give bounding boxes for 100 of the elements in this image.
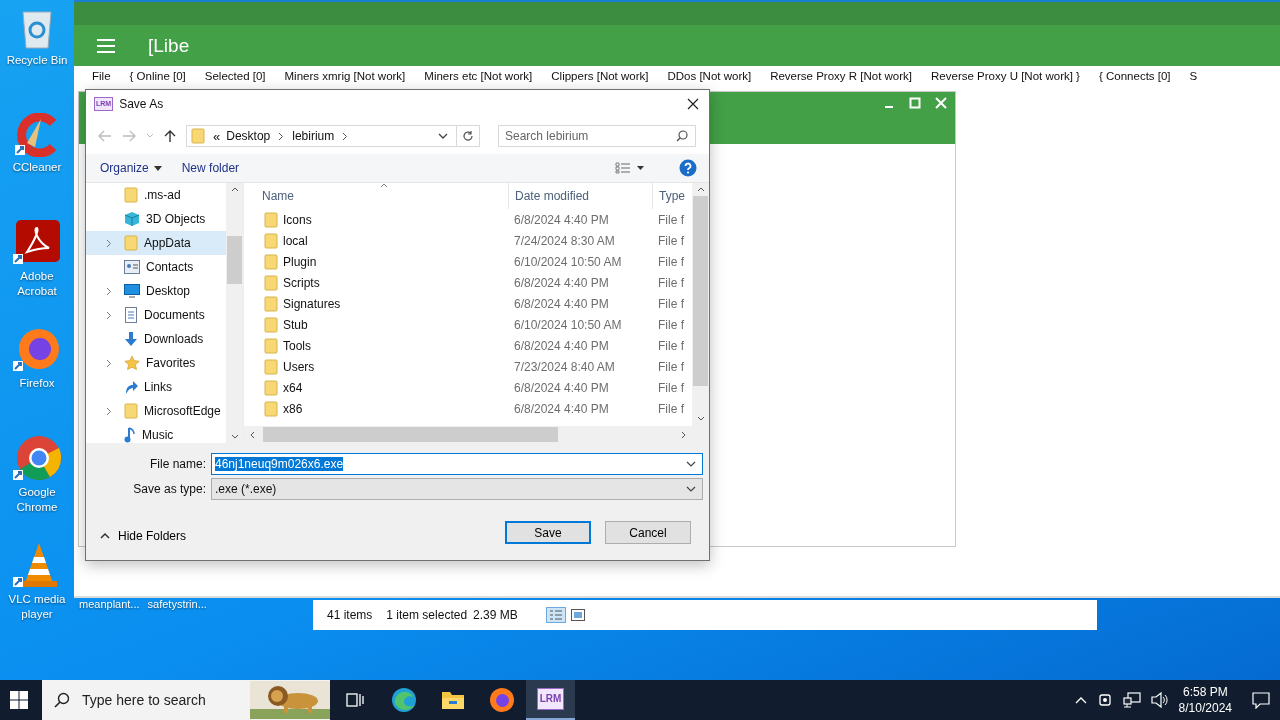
volume-icon[interactable] [1150,692,1169,708]
search-icon[interactable] [676,130,688,142]
menu-item[interactable]: Clippers [Not work] [551,70,649,82]
chevron-right-icon[interactable] [342,131,349,141]
hide-folders-button[interactable]: Hide Folders [94,527,193,544]
column-header[interactable]: Name [244,183,508,209]
scroll-right-icon[interactable] [681,430,686,439]
folder-tree-item[interactable]: AppData [86,231,226,255]
dropdown-caret-icon[interactable] [686,486,696,492]
menu-item[interactable]: DDos [Not work] [667,70,752,82]
up-arrow-icon[interactable] [164,129,176,143]
menu-item[interactable]: Selected [0] [204,70,266,82]
file-name[interactable]: x86 [283,401,303,416]
selection-info: 1 item selected [386,608,468,622]
folder-tree-item[interactable]: Documents [86,303,226,327]
firefox-icon[interactable] [488,687,515,713]
dropdown-caret-icon[interactable] [686,461,696,467]
breadcrumb[interactable]: Desktop [226,129,271,143]
scrollbar-thumb[interactable] [227,236,242,284]
scroll-left-icon[interactable] [250,430,255,439]
file-name[interactable]: local [283,233,308,248]
task-view-icon[interactable] [345,692,364,708]
file-name[interactable]: Stub [283,317,308,332]
path-overflow[interactable]: « [213,128,221,144]
dialog-button[interactable]: Cancel [605,521,691,544]
pdf-app-icon[interactable] [13,220,61,266]
chevron-up-icon[interactable] [1074,696,1087,704]
folder-tree-item[interactable]: .ms-ad [86,183,226,207]
close-icon[interactable] [687,98,699,110]
file-name[interactable]: Plugin [283,254,317,269]
thumbnail-view-icon[interactable] [569,608,586,622]
expand-chevron-icon[interactable] [106,310,112,320]
folder-tree-item[interactable]: 3D Objects [86,207,226,231]
menu-item[interactable]: Miners xmrig [Not work] [284,70,406,82]
folder-tree-item[interactable]: Music [86,423,226,443]
scrollbar-thumb[interactable] [263,427,558,442]
menu-item[interactable]: { Connects [0] [1098,70,1171,82]
expand-chevron-icon[interactable] [106,406,112,416]
organize-button[interactable]: Organize [96,159,166,177]
date-cell-text: 6/8/2024 4:40 PM [513,380,610,395]
field-label: Save as type: [132,482,206,496]
menu-item[interactable]: Reverse Proxy R [Not work] [770,70,913,82]
expand-chevron-icon[interactable] [106,238,112,248]
scrollbar-thumb[interactable] [693,196,708,386]
search-field[interactable]: Search lebirium [498,125,696,147]
notification-icon[interactable] [1252,691,1270,709]
file-name[interactable]: Icons [283,212,312,227]
file-name[interactable]: x64 [283,380,303,395]
chevron-right-icon[interactable] [278,131,285,141]
document-icon [124,307,138,323]
windows-logo-icon[interactable] [10,691,28,709]
taskbar-app[interactable]: LRM [526,680,575,720]
chrome-icon[interactable] [13,434,61,482]
file-name-field[interactable]: 46nj1neuq9m026x6.exe [211,453,703,475]
folder-tree-item[interactable]: Favorites [86,351,226,375]
breadcrumb[interactable]: lebirium [292,129,335,143]
refresh-icon[interactable] [462,130,474,142]
folder-tree-item[interactable]: MicrosoftEdge [86,399,226,423]
file-type-dropdown[interactable]: .exe (*.exe) [211,478,703,500]
file-name[interactable]: Tools [283,338,311,353]
clock-time[interactable]: 6:58 PM [1182,684,1228,700]
folder-icon [264,253,278,270]
folder-tree-item[interactable]: Downloads [86,327,226,351]
help-icon[interactable] [679,159,697,177]
view-options-icon[interactable] [615,162,645,174]
maximize-icon[interactable] [909,97,921,109]
menu-item[interactable]: File [92,70,111,82]
folder-icon [264,232,278,249]
dialog-button[interactable]: Save [505,521,591,544]
folder-tree-item[interactable]: Contacts [86,255,226,279]
menu-icon[interactable] [96,37,116,54]
scroll-down-icon[interactable] [230,434,239,439]
edge-icon[interactable] [390,687,417,713]
clock-date[interactable]: 8/10/2024 [1178,700,1232,716]
menu-item[interactable]: Miners etc [Not work] [424,70,533,82]
scroll-down-icon[interactable] [696,416,705,421]
search-icon[interactable] [54,692,70,708]
file-name[interactable]: Signatures [283,296,341,311]
menu-item[interactable]: Reverse Proxy U [Not work] } [931,70,1080,82]
expand-chevron-icon[interactable] [106,286,112,296]
menu-item[interactable]: S [1189,70,1198,82]
camera-icon[interactable] [1096,692,1113,708]
scroll-up-icon[interactable] [230,187,239,192]
folder-tree-item[interactable]: Links [86,375,226,399]
file-name[interactable]: Users [283,359,315,374]
address-bar[interactable]: « Desktop lebirium [186,125,480,147]
network-icon[interactable] [1122,692,1141,708]
firefox-icon[interactable] [13,327,61,373]
folder-icon [264,337,278,354]
menu-item[interactable]: { Online [0] [129,70,186,82]
folder-tree-item[interactable]: Desktop [86,279,226,303]
file-name[interactable]: Scripts [283,275,320,290]
scroll-up-icon[interactable] [696,187,705,192]
caret-icon [153,165,162,171]
column-header[interactable]: Type [652,183,686,209]
folder-icon[interactable] [440,690,465,710]
dropdown-caret-icon[interactable] [438,133,448,139]
column-header[interactable]: Date modified [508,183,652,209]
expand-chevron-icon[interactable] [106,358,112,368]
new-folder-button[interactable]: New folder [177,159,244,177]
